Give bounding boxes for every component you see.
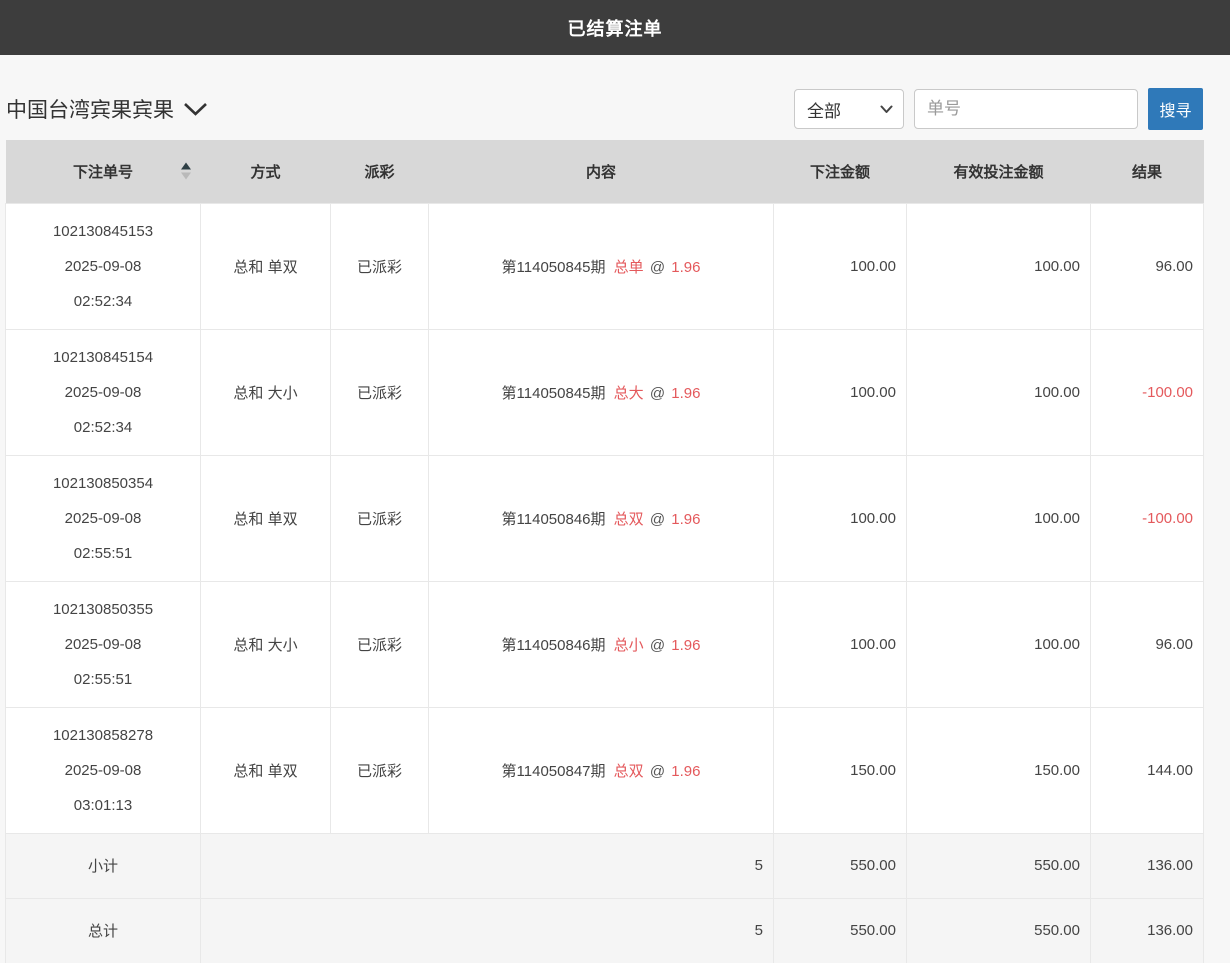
bet-id-cell: 102130858278 2025-09-08 03:01:13 [6,707,201,833]
subtotal-result: 136.00 [1091,833,1204,898]
search-controls: 全部 搜寻 [794,88,1203,130]
chevron-down-icon [183,102,208,117]
result-cell: 96.00 [1091,203,1204,329]
valid-amount-cell: 100.00 [907,329,1091,455]
payout-cell: 已派彩 [331,581,429,707]
sort-desc-icon [181,173,191,180]
header-method: 方式 [201,140,331,203]
bet-amount-cell: 100.00 [774,455,907,581]
filter-selected-value: 全部 [807,97,841,122]
subtotal-row: 小计 5 550.00 550.00 136.00 [6,833,1204,898]
header-bet-amount: 下注金额 [774,140,907,203]
toolbar: 中国台湾宾果宾果 全部 搜寻 [5,88,1203,130]
subtotal-valid-amount: 550.00 [907,833,1091,898]
header-content: 内容 [429,140,774,203]
total-bet-amount: 550.00 [774,898,907,963]
subtotal-bet-amount: 550.00 [774,833,907,898]
bet-id-cell: 102130850355 2025-09-08 02:55:51 [6,581,201,707]
bet-id-cell: 102130845153 2025-09-08 02:52:34 [6,203,201,329]
valid-amount-cell: 100.00 [907,203,1091,329]
total-result: 136.00 [1091,898,1204,963]
table-header: 下注单号 方式 派彩 内容 下注金额 有效投注金额 结果 [6,140,1204,203]
total-valid-amount: 550.00 [907,898,1091,963]
header-bet-id[interactable]: 下注单号 [6,140,201,203]
sort-asc-icon [181,163,191,170]
table-row: 102130858278 2025-09-08 03:01:13 总和 单双 已… [6,707,1204,833]
topbar: 已结算注单 [0,0,1230,55]
method-cell: 总和 单双 [201,203,331,329]
content-cell: 第114050847期 总双 @ 1.96 [429,707,774,833]
header-valid-amount: 有效投注金额 [907,140,1091,203]
table-footer: 小计 5 550.00 550.00 136.00 总计 5 550.00 55… [6,833,1204,963]
lottery-selector[interactable]: 中国台湾宾果宾果 [5,94,208,124]
subtotal-count: 5 [201,833,774,898]
total-label: 总计 [6,898,201,963]
bet-id-cell: 102130850354 2025-09-08 02:55:51 [6,455,201,581]
bet-amount-cell: 100.00 [774,581,907,707]
result-cell: 144.00 [1091,707,1204,833]
method-cell: 总和 单双 [201,455,331,581]
subtotal-label: 小计 [6,833,201,898]
content-cell: 第114050845期 总大 @ 1.96 [429,329,774,455]
total-row: 总计 5 550.00 550.00 136.00 [6,898,1204,963]
lottery-name: 中国台湾宾果宾果 [6,94,174,124]
content-cell: 第114050845期 总单 @ 1.96 [429,203,774,329]
settled-bets-table: 下注单号 方式 派彩 内容 下注金额 有效投注金额 结果 10213084515… [5,140,1204,963]
table-body: 102130845153 2025-09-08 02:52:34 总和 单双 已… [6,203,1204,833]
payout-cell: 已派彩 [331,329,429,455]
payout-cell: 已派彩 [331,455,429,581]
valid-amount-cell: 100.00 [907,581,1091,707]
select-chevron-down-icon [880,105,893,114]
bet-id-cell: 102130845154 2025-09-08 02:52:34 [6,329,201,455]
search-button[interactable]: 搜寻 [1148,88,1203,130]
bet-amount-cell: 100.00 [774,329,907,455]
method-cell: 总和 单双 [201,707,331,833]
payout-cell: 已派彩 [331,203,429,329]
filter-select[interactable]: 全部 [794,89,904,129]
header-result: 结果 [1091,140,1204,203]
result-cell: 96.00 [1091,581,1204,707]
header-payout: 派彩 [331,140,429,203]
table-row: 102130850355 2025-09-08 02:55:51 总和 大小 已… [6,581,1204,707]
table-row: 102130845154 2025-09-08 02:52:34 总和 大小 已… [6,329,1204,455]
result-cell: -100.00 [1091,329,1204,455]
sort-icon [181,163,191,180]
order-number-input[interactable] [914,89,1138,129]
page-title: 已结算注单 [568,15,663,41]
total-count: 5 [201,898,774,963]
bet-amount-cell: 150.00 [774,707,907,833]
result-cell: -100.00 [1091,455,1204,581]
method-cell: 总和 大小 [201,581,331,707]
method-cell: 总和 大小 [201,329,331,455]
table-row: 102130850354 2025-09-08 02:55:51 总和 单双 已… [6,455,1204,581]
payout-cell: 已派彩 [331,707,429,833]
content-cell: 第114050846期 总双 @ 1.96 [429,455,774,581]
valid-amount-cell: 150.00 [907,707,1091,833]
table-row: 102130845153 2025-09-08 02:52:34 总和 单双 已… [6,203,1204,329]
bet-amount-cell: 100.00 [774,203,907,329]
valid-amount-cell: 100.00 [907,455,1091,581]
content-cell: 第114050846期 总小 @ 1.96 [429,581,774,707]
